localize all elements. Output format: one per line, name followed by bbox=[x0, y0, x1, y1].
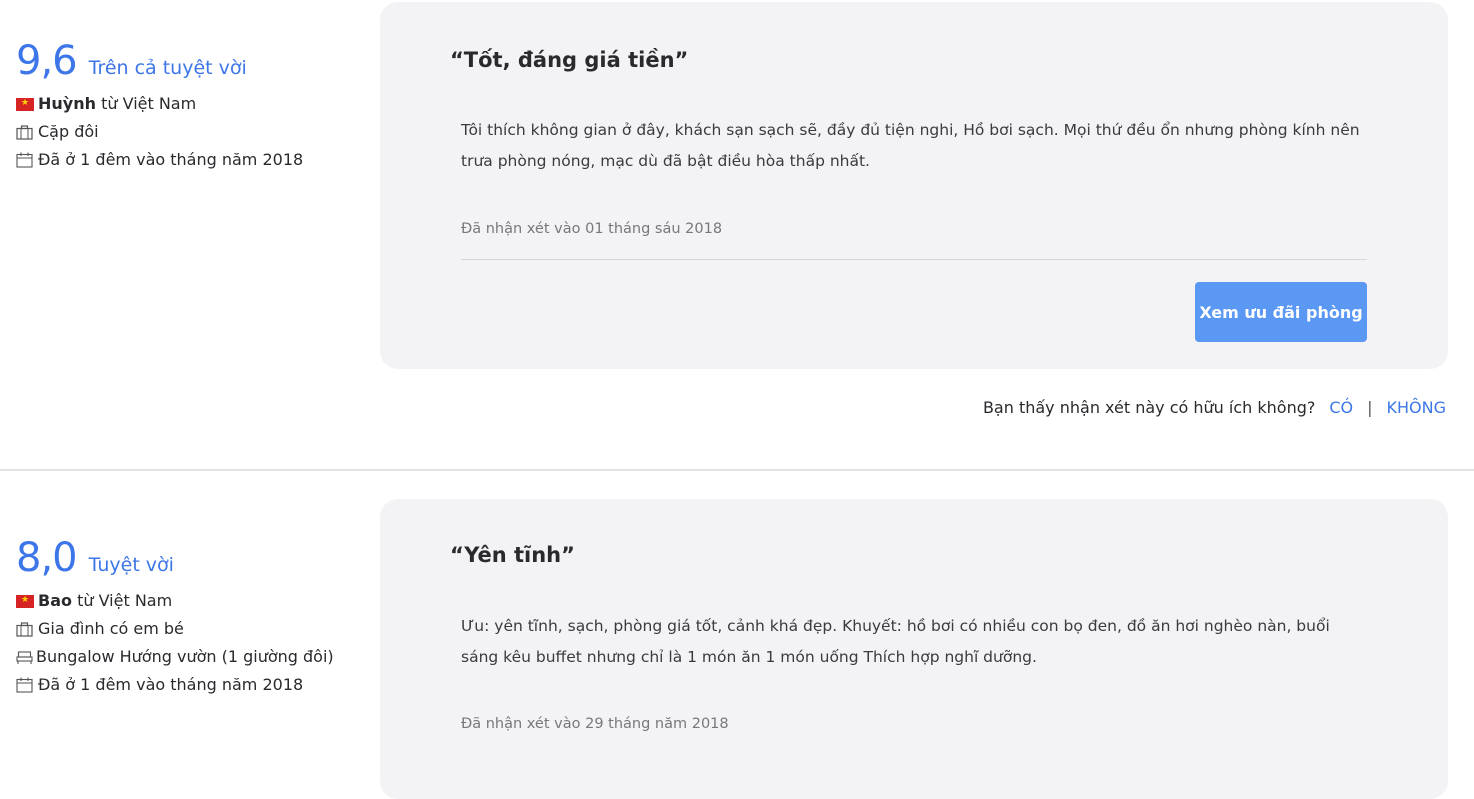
traveler-type-row: Cặp đôi bbox=[16, 118, 356, 146]
review-item: 8,0 Tuyệt vời Bao từ Việt Nam Gia đình c… bbox=[0, 471, 1474, 799]
bed-icon bbox=[16, 650, 36, 665]
briefcase-icon bbox=[16, 118, 38, 146]
reviewer-origin-row: Bao từ Việt Nam bbox=[16, 587, 356, 615]
reviewer-meta: Huỳnh từ Việt Nam Cặp đôi Đã ở 1 đêm vào… bbox=[16, 90, 356, 174]
stay-row: Đã ở 1 đêm vào tháng năm 2018 bbox=[16, 146, 356, 174]
reviewer-origin-row: Huỳnh từ Việt Nam bbox=[16, 90, 356, 118]
traveler-type: Cặp đôi bbox=[38, 122, 99, 141]
reviewer-name: Bao bbox=[38, 591, 72, 610]
review-item: 9,6 Trên cả tuyệt vời Huỳnh từ Việt Nam … bbox=[0, 0, 1474, 470]
helpful-question: Bạn thấy nhận xét này có hữu ích không? bbox=[982, 398, 1316, 417]
traveler-type: Gia đình có em bé bbox=[38, 619, 184, 638]
review-card: “Tốt, đáng giá tiền” Tôi thích không gia… bbox=[380, 2, 1448, 369]
review-score-label: Trên cả tuyệt vời bbox=[88, 57, 247, 79]
reviewer-name: Huỳnh bbox=[38, 94, 96, 113]
reviewer-sidebar: 8,0 Tuyệt vời Bao từ Việt Nam Gia đình c… bbox=[16, 535, 356, 699]
review-title: “Tốt, đáng giá tiền” bbox=[450, 48, 689, 72]
calendar-icon bbox=[16, 671, 38, 699]
review-score: 9,6 bbox=[16, 38, 78, 84]
helpful-separator: | bbox=[1367, 398, 1373, 417]
reviewer-origin: từ Việt Nam bbox=[77, 591, 173, 610]
score-line: 9,6 Trên cả tuyệt vời bbox=[16, 38, 356, 84]
stay-row: Đã ở 1 đêm vào tháng năm 2018 bbox=[16, 671, 356, 699]
view-room-deals-button[interactable]: Xem ưu đãi phòng bbox=[1195, 282, 1367, 342]
review-date: Đã nhận xét vào 29 tháng năm 2018 bbox=[461, 716, 729, 732]
reviewer-origin: từ Việt Nam bbox=[101, 94, 197, 113]
review-card: “Yên tĩnh” Ưu: yên tĩnh, sạch, phòng giá… bbox=[380, 499, 1448, 799]
score-line: 8,0 Tuyệt vời bbox=[16, 535, 356, 581]
stay-info: Đã ở 1 đêm vào tháng năm 2018 bbox=[38, 675, 304, 694]
helpful-feedback: Bạn thấy nhận xét này có hữu ích không? … bbox=[983, 398, 1446, 417]
stay-info: Đã ở 1 đêm vào tháng năm 2018 bbox=[38, 150, 304, 169]
review-text: Tôi thích không gian ở đây, khách sạn sạ… bbox=[461, 121, 1360, 170]
review-title: “Yên tĩnh” bbox=[450, 543, 575, 567]
review-date: Đã nhận xét vào 01 tháng sáu 2018 bbox=[461, 221, 723, 237]
helpful-no-link[interactable]: KHÔNG bbox=[1387, 398, 1446, 417]
reviewer-meta: Bao từ Việt Nam Gia đình có em bé Bungal… bbox=[16, 587, 356, 699]
vietnam-flag-icon bbox=[16, 97, 34, 111]
review-score: 8,0 bbox=[16, 535, 78, 581]
reviewer-sidebar: 9,6 Trên cả tuyệt vời Huỳnh từ Việt Nam … bbox=[16, 38, 356, 174]
room-type-row: Bungalow Hướng vườn (1 giường đôi) bbox=[16, 643, 341, 671]
room-type: Bungalow Hướng vườn (1 giường đôi) bbox=[36, 647, 334, 666]
briefcase-icon bbox=[16, 615, 38, 643]
vietnam-flag-icon bbox=[16, 594, 34, 608]
helpful-yes-link[interactable]: CÓ bbox=[1329, 398, 1353, 417]
review-score-label: Tuyệt vời bbox=[88, 554, 174, 576]
calendar-icon bbox=[16, 146, 38, 174]
traveler-type-row: Gia đình có em bé bbox=[16, 615, 356, 643]
review-text: Ưu: yên tĩnh, sạch, phòng giá tốt, cảnh … bbox=[461, 617, 1330, 666]
divider bbox=[461, 259, 1367, 260]
